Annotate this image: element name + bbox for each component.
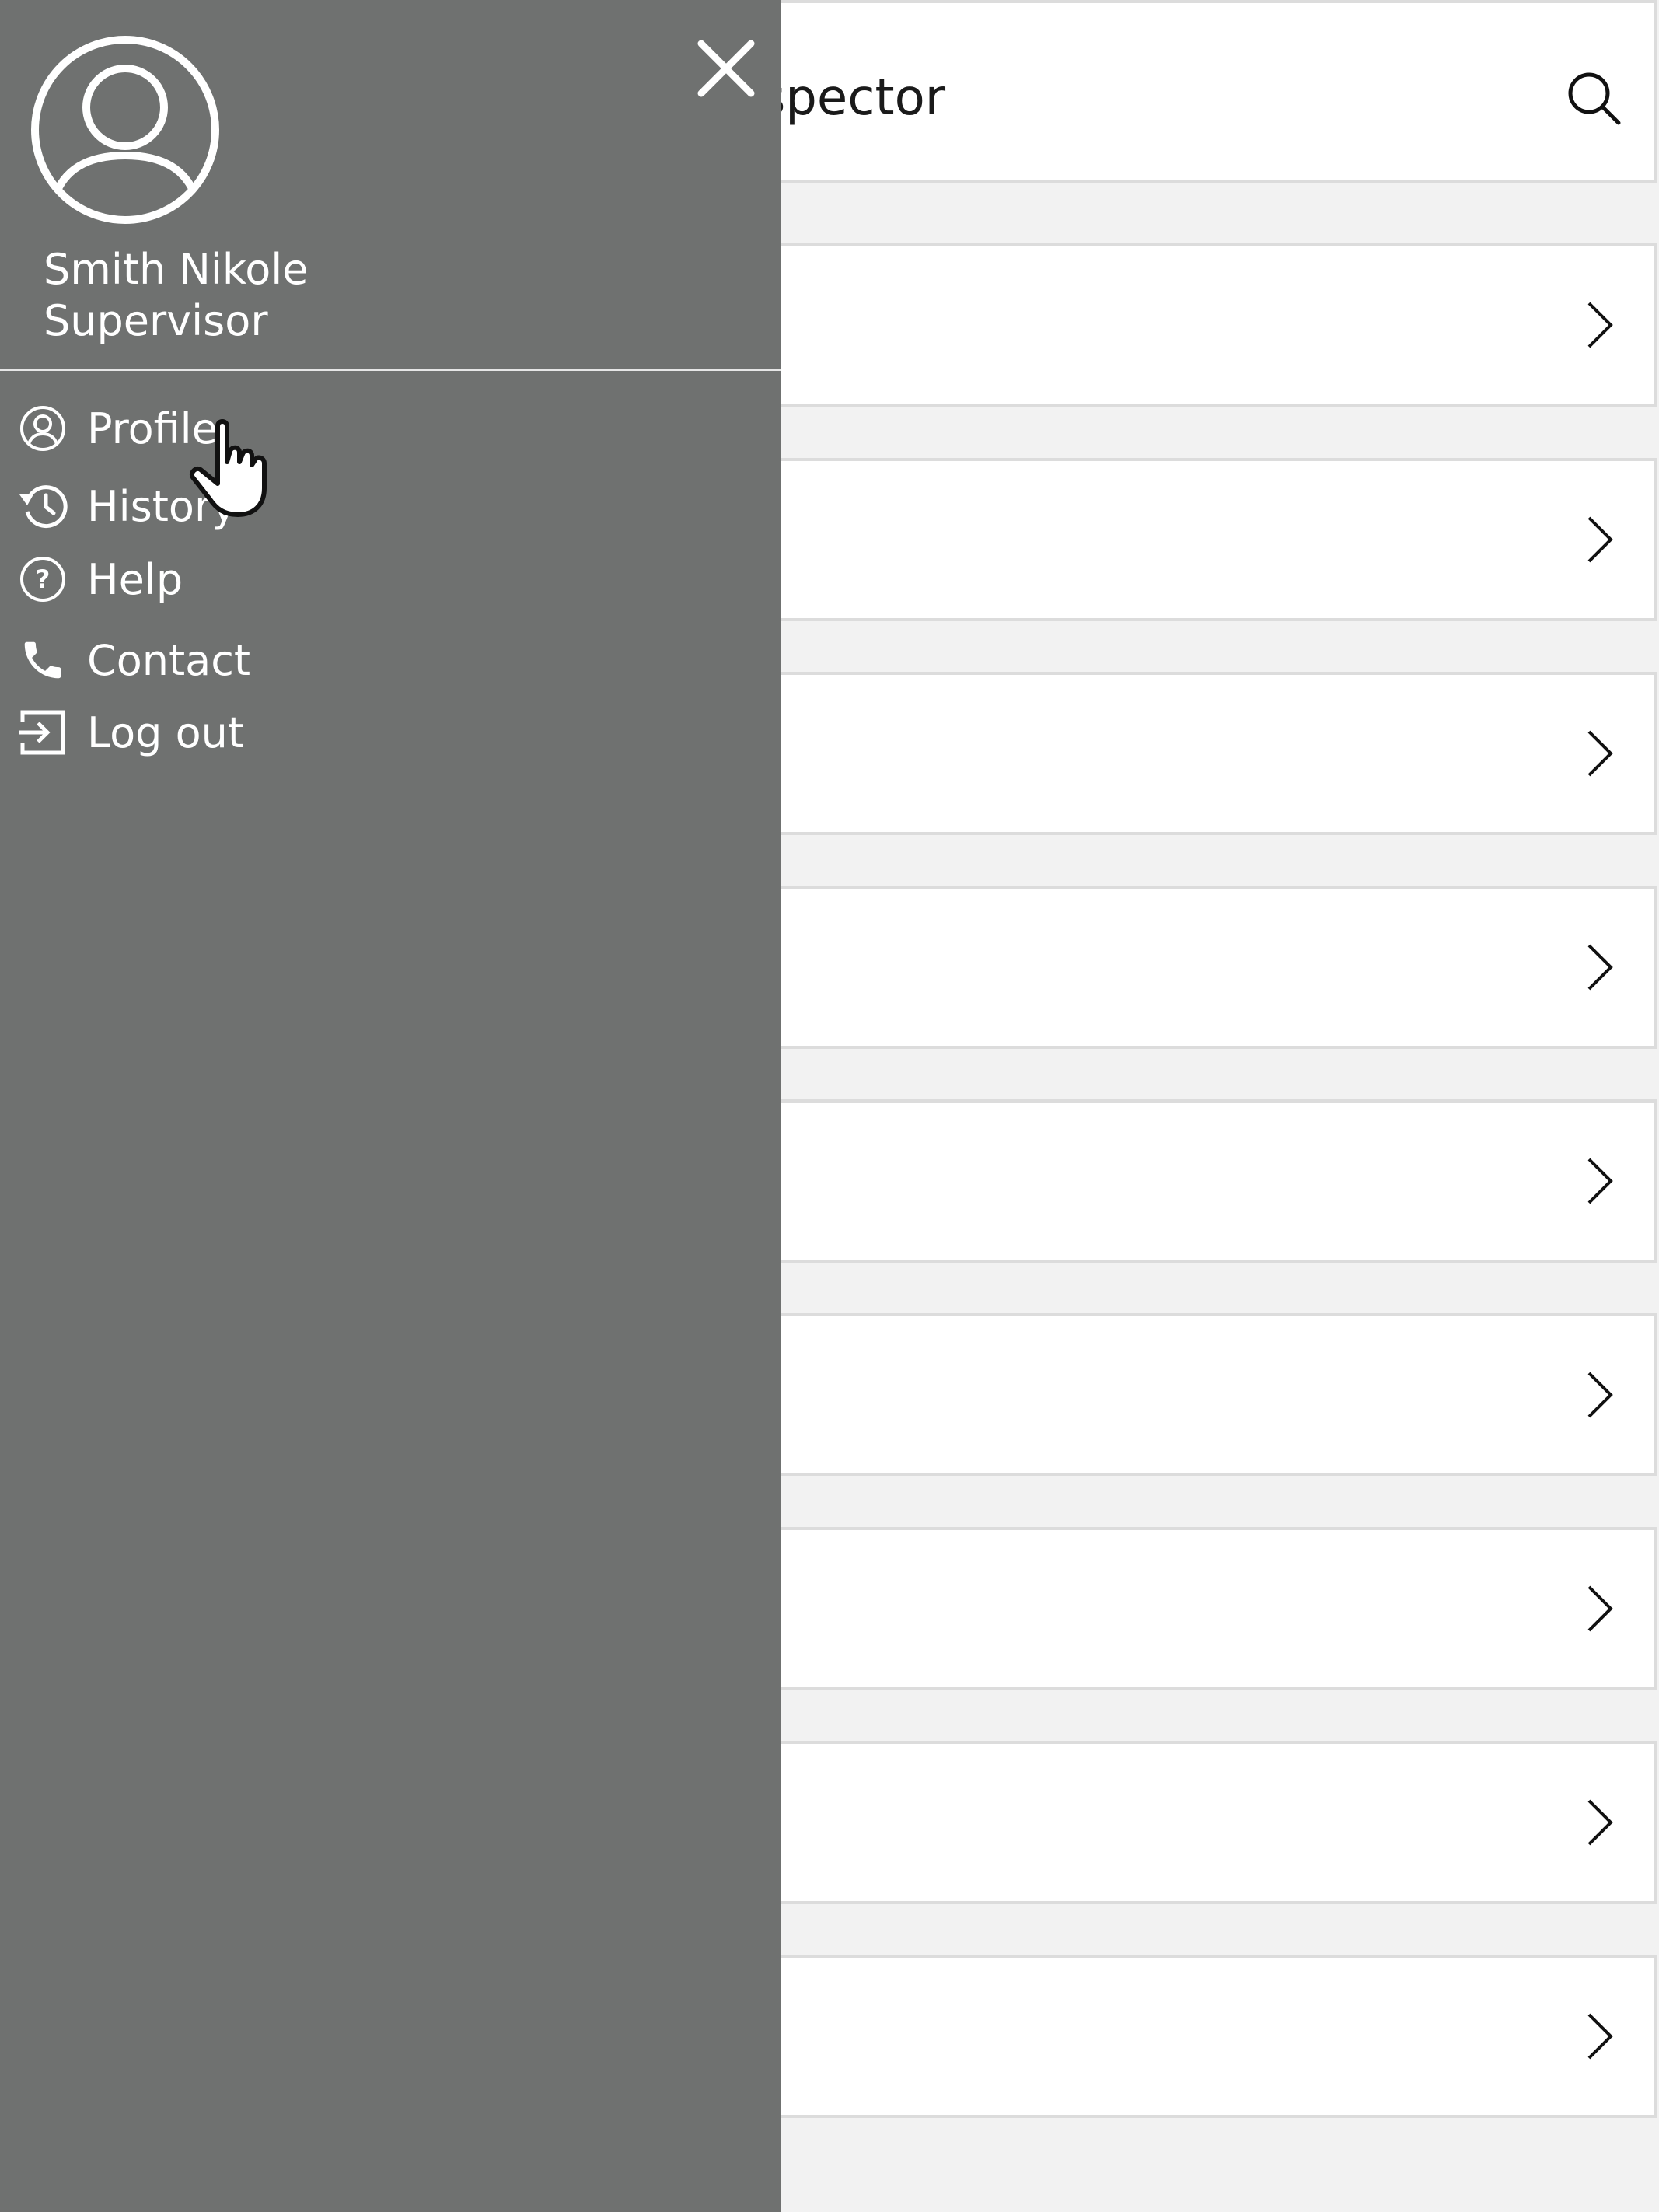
chevron-right-icon — [1577, 1364, 1623, 1426]
history-icon — [17, 480, 68, 532]
menu-item-label: Contact — [87, 635, 251, 685]
app-screen: le Inspector Smith Nikole Supervisor Pro… — [0, 0, 1659, 2212]
avatar — [28, 33, 222, 227]
close-icon — [697, 40, 755, 97]
chevron-right-icon — [1577, 294, 1623, 356]
chevron-right-icon — [1577, 1791, 1623, 1854]
chevron-right-icon — [1577, 936, 1623, 998]
chevron-right-icon — [1577, 2005, 1623, 2067]
chevron-right-icon — [1577, 722, 1623, 785]
chevron-right-icon — [1577, 1150, 1623, 1212]
close-drawer-button[interactable] — [686, 28, 767, 109]
logout-icon — [17, 707, 68, 758]
menu-item-contact[interactable]: Contact — [17, 625, 763, 695]
user-avatar-icon — [31, 36, 219, 224]
menu-item-label: Help — [87, 554, 183, 604]
profile-icon — [17, 403, 68, 454]
menu-item-label: Log out — [87, 708, 245, 757]
menu-item-history[interactable]: History — [17, 471, 763, 541]
menu-item-label: Profile — [87, 404, 218, 453]
menu-item-help[interactable]: ? Help — [17, 544, 763, 614]
phone-icon — [17, 634, 68, 686]
chevron-right-icon — [1577, 508, 1623, 571]
user-name: Smith Nikole — [44, 245, 309, 294]
svg-text:?: ? — [36, 564, 51, 594]
navigation-drawer: Smith Nikole Supervisor Profile History … — [0, 0, 781, 2212]
menu-item-logout[interactable]: Log out — [17, 697, 763, 767]
menu-item-profile[interactable]: Profile — [17, 393, 763, 463]
search-button[interactable] — [1555, 59, 1633, 137]
chevron-right-icon — [1577, 1578, 1623, 1640]
user-role: Supervisor — [44, 296, 268, 345]
search-icon — [1568, 72, 1621, 125]
help-icon: ? — [17, 554, 68, 605]
menu-item-label: History — [87, 481, 237, 531]
drawer-divider — [0, 369, 781, 371]
